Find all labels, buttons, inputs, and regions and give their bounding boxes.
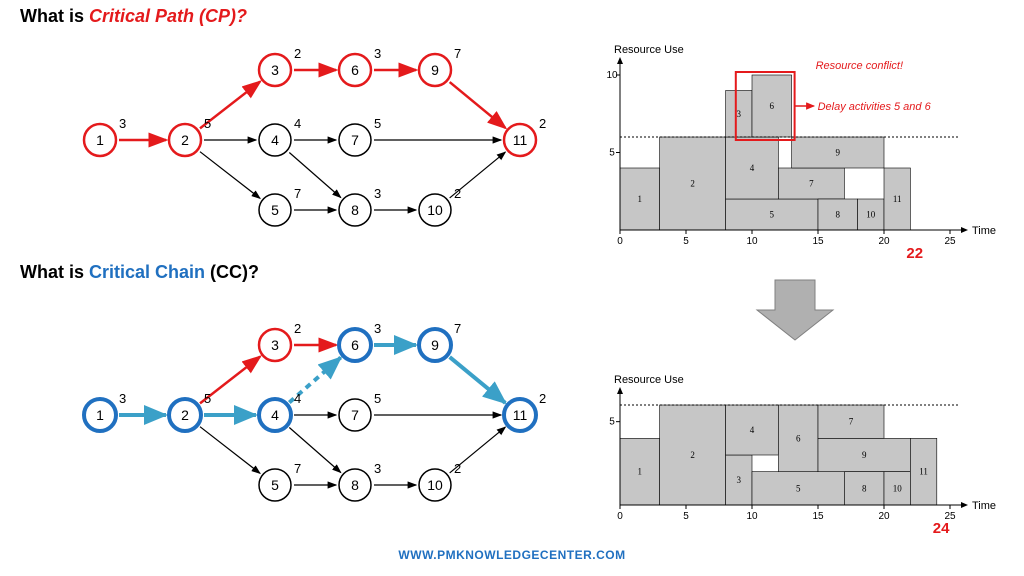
svg-text:3: 3 — [374, 46, 381, 61]
svg-text:5: 5 — [271, 477, 279, 493]
svg-text:3: 3 — [737, 475, 742, 485]
svg-text:2: 2 — [294, 46, 301, 61]
svg-text:1: 1 — [96, 132, 104, 148]
svg-text:20: 20 — [878, 236, 890, 247]
svg-text:Time: Time — [972, 225, 996, 237]
svg-text:2: 2 — [294, 321, 301, 336]
svg-text:2: 2 — [454, 461, 461, 476]
svg-text:8: 8 — [351, 202, 359, 218]
footer-link[interactable]: WWW.PMKNOWLEDGECENTER.COM — [398, 548, 625, 562]
svg-text:5: 5 — [683, 511, 689, 522]
svg-text:8: 8 — [836, 210, 841, 220]
svg-text:7: 7 — [849, 417, 854, 427]
svg-text:2: 2 — [454, 186, 461, 201]
svg-text:3: 3 — [271, 337, 279, 353]
svg-text:2: 2 — [690, 450, 695, 460]
svg-text:0: 0 — [617, 236, 623, 247]
svg-text:10: 10 — [893, 483, 903, 493]
svg-text:4: 4 — [271, 407, 279, 423]
svg-text:5: 5 — [609, 417, 615, 428]
svg-text:9: 9 — [431, 62, 439, 78]
svg-text:4: 4 — [271, 132, 279, 148]
svg-text:5: 5 — [374, 116, 381, 131]
svg-text:4: 4 — [294, 391, 301, 406]
resource-charts: 12543678910110510152025510Resource UseTi… — [580, 0, 1024, 560]
svg-text:9: 9 — [862, 450, 867, 460]
svg-text:15: 15 — [812, 236, 824, 247]
svg-text:2: 2 — [539, 116, 546, 131]
svg-text:5: 5 — [770, 210, 775, 220]
svg-text:10: 10 — [746, 511, 758, 522]
svg-text:11: 11 — [919, 467, 928, 477]
svg-text:7: 7 — [294, 186, 301, 201]
svg-text:2: 2 — [181, 407, 189, 423]
svg-text:3: 3 — [119, 116, 126, 131]
svg-text:7: 7 — [454, 321, 461, 336]
svg-text:10: 10 — [606, 70, 618, 81]
svg-text:Resource Use: Resource Use — [614, 374, 684, 386]
svg-text:7: 7 — [351, 132, 359, 148]
svg-text:1: 1 — [638, 194, 643, 204]
svg-text:20: 20 — [878, 511, 890, 522]
svg-text:3: 3 — [374, 186, 381, 201]
svg-text:11: 11 — [513, 132, 528, 148]
svg-text:5: 5 — [271, 202, 279, 218]
svg-text:Resource Use: Resource Use — [614, 44, 684, 56]
svg-text:8: 8 — [351, 477, 359, 493]
svg-text:8: 8 — [862, 483, 867, 493]
svg-text:15: 15 — [812, 511, 824, 522]
svg-text:2: 2 — [539, 391, 546, 406]
svg-text:11: 11 — [893, 194, 902, 204]
svg-text:25: 25 — [944, 236, 956, 247]
svg-text:5: 5 — [204, 391, 211, 406]
svg-text:Delay activities 5 and 6: Delay activities 5 and 6 — [818, 101, 932, 113]
svg-text:4: 4 — [750, 163, 755, 173]
svg-text:5: 5 — [204, 116, 211, 131]
svg-text:6: 6 — [351, 337, 359, 353]
svg-text:5: 5 — [609, 148, 615, 159]
svg-text:3: 3 — [374, 321, 381, 336]
svg-text:0: 0 — [617, 511, 623, 522]
svg-text:5: 5 — [374, 391, 381, 406]
svg-text:4: 4 — [750, 425, 755, 435]
network-diagrams: 1325324457637583971021121325324457637583… — [0, 0, 560, 560]
svg-text:7: 7 — [294, 461, 301, 476]
svg-text:7: 7 — [351, 407, 359, 423]
svg-text:10: 10 — [746, 236, 758, 247]
svg-text:3: 3 — [737, 109, 742, 119]
svg-text:7: 7 — [454, 46, 461, 61]
svg-text:10: 10 — [427, 202, 443, 218]
svg-text:7: 7 — [809, 179, 814, 189]
svg-text:9: 9 — [836, 148, 841, 158]
svg-text:3: 3 — [374, 461, 381, 476]
svg-text:10: 10 — [866, 210, 876, 220]
svg-text:24: 24 — [933, 520, 950, 537]
svg-text:6: 6 — [351, 62, 359, 78]
svg-text:6: 6 — [770, 101, 775, 111]
svg-text:4: 4 — [294, 116, 301, 131]
svg-text:3: 3 — [119, 391, 126, 406]
svg-text:5: 5 — [796, 483, 801, 493]
svg-text:9: 9 — [431, 337, 439, 353]
svg-text:5: 5 — [683, 236, 689, 247]
svg-text:6: 6 — [796, 433, 801, 443]
svg-text:11: 11 — [513, 407, 528, 423]
svg-text:10: 10 — [427, 477, 443, 493]
svg-text:2: 2 — [181, 132, 189, 148]
svg-text:Resource conflict!: Resource conflict! — [816, 60, 903, 72]
svg-text:22: 22 — [906, 245, 923, 262]
svg-text:1: 1 — [96, 407, 104, 423]
svg-text:3: 3 — [271, 62, 279, 78]
svg-text:2: 2 — [690, 179, 695, 189]
svg-text:1: 1 — [638, 467, 643, 477]
svg-text:Time: Time — [972, 500, 996, 512]
